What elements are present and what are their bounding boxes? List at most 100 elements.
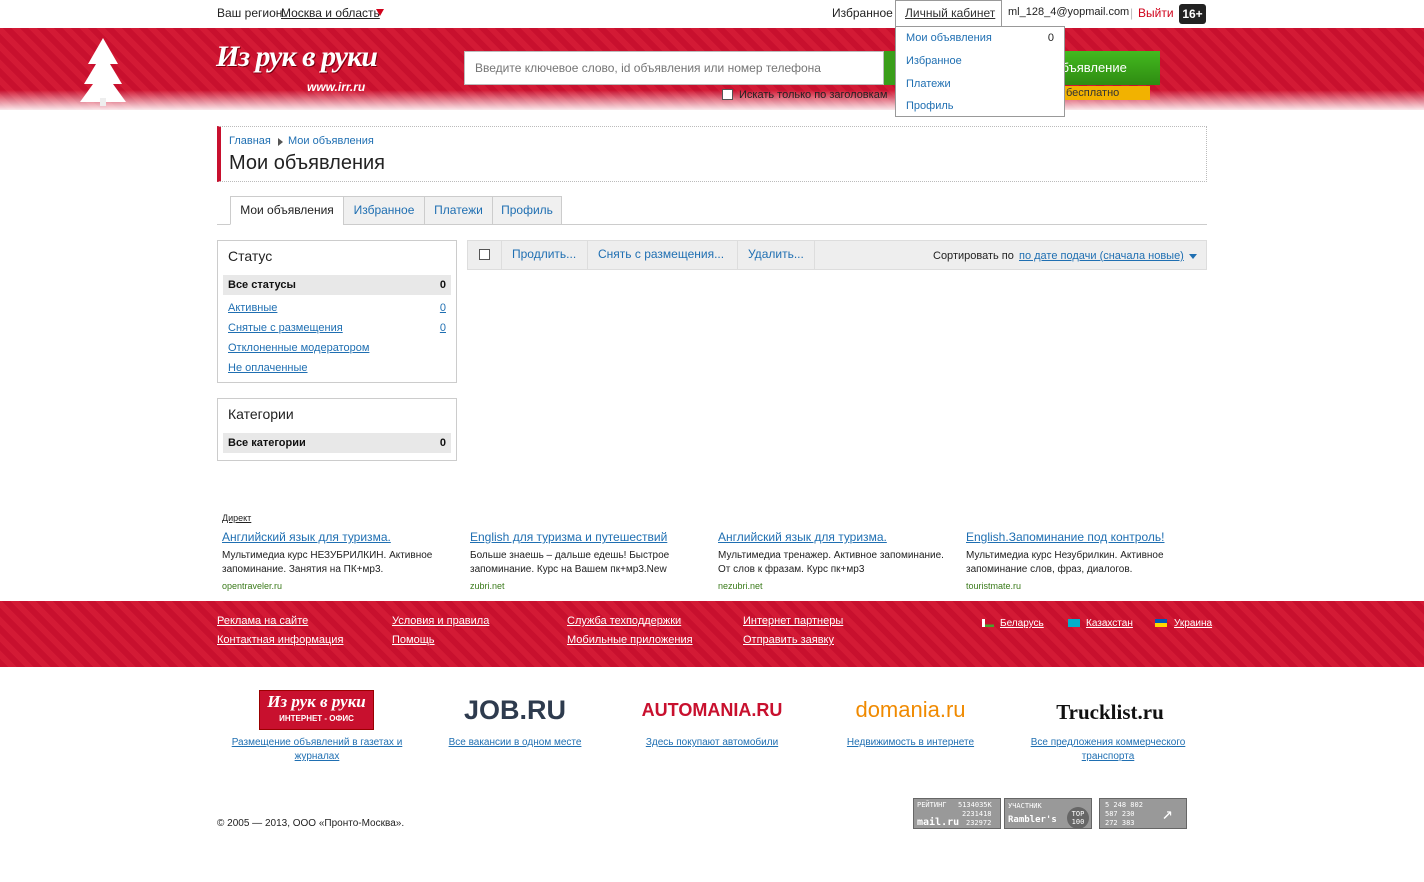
partner-logo-job[interactable]: JOB.RU [455,690,575,730]
counter-brand: Rambler's [1008,815,1057,825]
age-badge: 16+ [1179,4,1206,24]
sort-selector[interactable]: по дате подачи (сначала новые) [1019,250,1184,262]
direct-label[interactable]: Директ [222,513,251,523]
footer-link-contacts[interactable]: Контактная информация [217,634,343,646]
tab-profile[interactable]: Профиль [492,196,562,225]
ad-domain[interactable]: nezubri.net [718,581,958,591]
country-ukraine[interactable]: Украина [1174,618,1212,629]
ukraine-flag-icon [1155,619,1167,627]
category-all-label: Все категории [228,437,306,449]
status-active-link[interactable]: Активные [228,302,277,314]
kazakhstan-flag-icon [1068,619,1080,627]
partner-logo-text: Из рук в руки [267,692,366,711]
footer-link-help[interactable]: Помощь [392,634,435,646]
arrow-icon: ↗ [1162,803,1173,824]
ad-title[interactable]: Английский язык для туризма. [222,530,462,544]
dropdown-payments[interactable]: Платежи [906,78,951,90]
page-title: Мои объявления [229,152,385,174]
ad-title[interactable]: Английский язык для туризма. [718,530,958,544]
liveinternet-counter[interactable]: 5 248 802 587 230 272 383 ↗ [1099,798,1187,829]
title-only-label: Искать только по заголовкам [739,89,888,101]
chevron-down-icon[interactable] [376,9,384,16]
country-belarus[interactable]: Беларусь [1000,618,1044,629]
tab-favorites[interactable]: Избранное [343,196,425,225]
partner-logo-automania[interactable]: AUTOMANIA.RU [637,690,787,730]
footer-link-terms[interactable]: Условия и правила [392,615,489,627]
snow-decoration [0,90,1424,110]
country-kazakhstan[interactable]: Казахстан [1086,618,1133,629]
partner-logo-trucklist[interactable]: Trucklist.ru [1030,690,1190,730]
footer-link-ads[interactable]: Реклама на сайте [217,615,308,627]
ad-text: Мультимедиа тренажер. Активное запоминан… [718,550,944,575]
status-rejected-link[interactable]: Отклоненные модератором [228,342,369,354]
counter-value: 5134035К [958,801,992,809]
category-filter-box: Категории Все категории 0 [217,398,457,461]
partner-link-job[interactable]: Все вакансии в одном месте [440,736,590,750]
title-only-checkbox[interactable] [722,89,733,100]
counter-label: УЧАСТНИК [1008,802,1042,810]
partner-link-domania[interactable]: Недвижимость в интернете [838,736,983,750]
ad-title[interactable]: English для туризма и путешествий [470,530,710,544]
delete-button[interactable]: Удалить... [737,240,815,270]
partner-logo-sub: ИНТЕРНЕТ - ОФИС [279,714,354,723]
ad-title[interactable]: English.Запоминание под контроль! [966,530,1206,544]
counter-value: 272 383 [1105,819,1135,827]
dropdown-profile[interactable]: Профиль [906,100,954,112]
search-input[interactable] [464,51,884,85]
status-unpaid-link[interactable]: Не оплаченные [228,362,308,374]
partner-link-irr[interactable]: Размещение объявлений в газетах и журнал… [222,736,412,764]
christmas-tree-icon [80,38,126,106]
region-selector[interactable]: Москва и область [281,6,380,20]
top-bar [0,0,1424,27]
dropdown-my-ads[interactable]: Мои объявления [906,32,992,44]
status-active-count[interactable]: 0 [440,302,446,314]
status-removed-link[interactable]: Снятые с размещения [228,322,343,334]
ad-block: Английский язык для туризма. Мультимедиа… [222,530,462,591]
ad-block: English для туризма и путешествий Больше… [470,530,710,591]
remove-button[interactable]: Снять с размещения... [587,240,738,270]
partner-logo-domania[interactable]: domania.ru [838,690,983,730]
ad-text: Больше знаешь – дальше едешь! Быстрое за… [470,550,670,575]
footer-link-support[interactable]: Служба техподдержки [567,615,681,627]
site-url: www.irr.ru [307,80,366,94]
footer-link-partners[interactable]: Интернет партнеры [743,615,843,627]
tab-payments[interactable]: Платежи [424,196,493,225]
breadcrumb-home[interactable]: Главная [229,135,271,147]
ad-domain[interactable]: zubri.net [470,581,710,591]
status-removed-count[interactable]: 0 [440,322,446,334]
counter-value: 2231418 [962,810,992,818]
category-title: Категории [228,406,294,422]
category-all-row[interactable]: Все категории 0 [223,433,451,453]
counter-top: TOP 100 [1067,807,1089,829]
ad-domain[interactable]: opentraveler.ru [222,581,462,591]
belarus-flag-icon [982,619,994,627]
post-free-label: бесплатно [1060,86,1150,100]
sort-label: Сортировать по [933,250,1014,262]
status-all-row[interactable]: Все статусы 0 [223,275,451,295]
mailru-counter[interactable]: РЕЙТИНГ 5134035К 2231418 232972 mail.ru [913,798,1001,829]
footer-link-request[interactable]: Отправить заявку [743,634,834,646]
select-all-checkbox[interactable] [479,249,490,260]
rambler-counter[interactable]: УЧАСТНИК Rambler's TOP 100 [1004,798,1092,829]
tab-my-ads[interactable]: Мои объявления [230,196,344,225]
chevron-down-icon[interactable] [1189,254,1197,259]
partner-link-trucklist[interactable]: Все предложения коммерческого транспорта [1022,736,1194,764]
site-logo[interactable]: Из рук в руки [216,40,378,74]
counter-value: 232972 [966,819,992,827]
partner-logo-irr[interactable]: Из рук в руки ИНТЕРНЕТ - ОФИС [259,690,374,730]
cabinet-link[interactable]: Личный кабинет [905,6,995,20]
dropdown-count: 0 [1047,32,1054,44]
counter-value: 587 230 [1105,810,1135,818]
status-all-count: 0 [439,279,446,291]
dropdown-favorites[interactable]: Избранное [906,55,962,67]
footer-link-mobile[interactable]: Мобильные приложения [567,634,693,646]
counter-label: РЕЙТИНГ [917,801,947,809]
ad-domain[interactable]: touristmate.ru [966,581,1206,591]
copyright: © 2005 — 2013, ООО «Пронто-Москва». [217,818,405,829]
extend-button[interactable]: Продлить... [501,240,588,270]
logout-link[interactable]: Выйти [1138,6,1174,20]
counter-value: 5 248 802 [1105,801,1143,809]
favorites-link[interactable]: Избранное [832,6,893,20]
partner-link-automania[interactable]: Здесь покупают автомобили [637,736,787,750]
breadcrumb-current[interactable]: Мои объявления [288,135,374,147]
